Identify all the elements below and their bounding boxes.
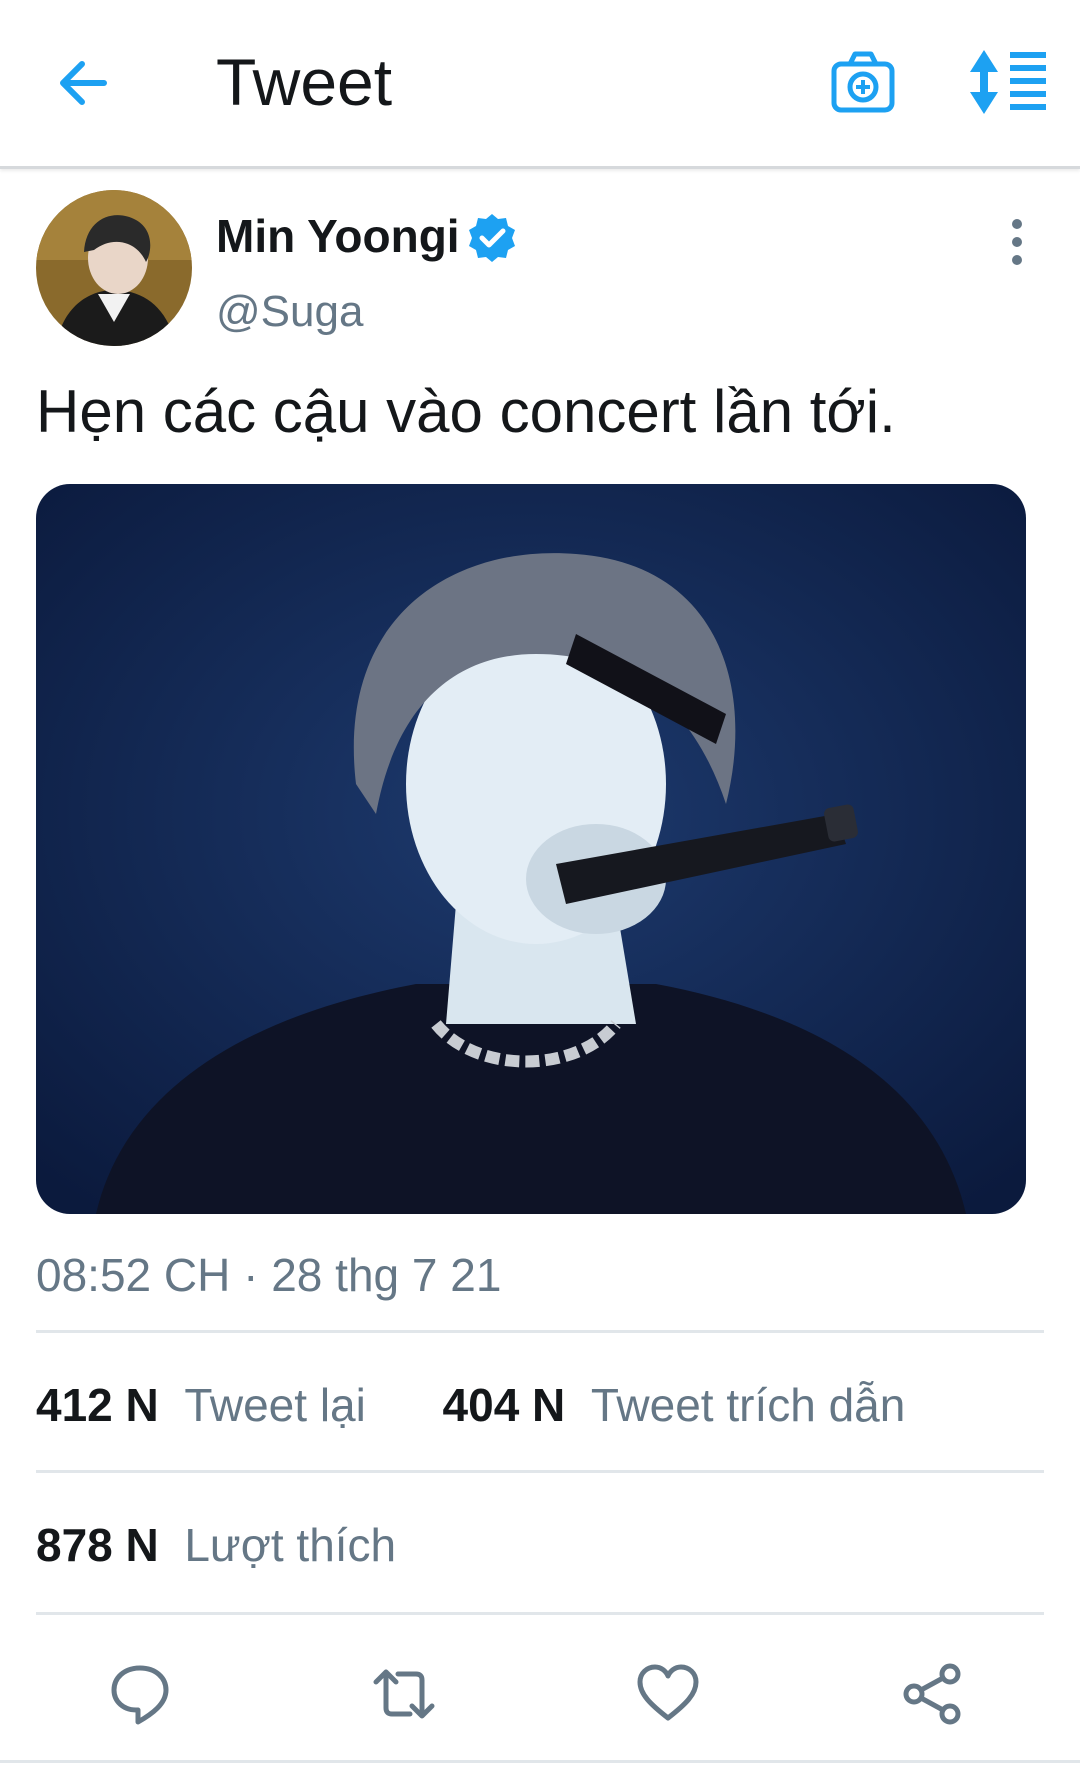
concert-photo	[36, 484, 1026, 1214]
retweets-count: 412 N	[36, 1379, 159, 1431]
retweet-stats-row: 412 N Tweet lại 404 N Tweet trích dẫn	[36, 1370, 905, 1440]
tweet-photo[interactable]	[36, 484, 1026, 1214]
retweets-stat[interactable]: 412 N Tweet lại	[36, 1379, 379, 1431]
quotes-stat[interactable]: 404 N Tweet trích dẫn	[443, 1379, 906, 1431]
arrow-left-icon	[60, 61, 107, 105]
more-vertical-icon	[1012, 219, 1022, 265]
likes-stats-row[interactable]: 878 N Lượt thích	[36, 1510, 396, 1580]
tweet-text: Hẹn các cậu vào concert lần tới.	[36, 378, 896, 445]
quotes-label: Tweet trích dẫn	[590, 1379, 906, 1431]
heart-icon	[637, 1664, 699, 1721]
sort-list-icon	[970, 50, 1046, 114]
avatar[interactable]	[36, 190, 192, 346]
top-app-bar: Tweet	[0, 0, 1080, 169]
divider	[36, 1470, 1044, 1473]
share-icon	[903, 1663, 961, 1725]
avatar-image	[36, 190, 192, 346]
retweets-label: Tweet lại	[184, 1379, 366, 1431]
retweet-button[interactable]	[372, 1662, 436, 1726]
camera-button[interactable]	[830, 48, 896, 116]
reply-icon	[111, 1665, 169, 1725]
display-name[interactable]: Min Yoongi	[216, 208, 460, 264]
camera-plus-icon	[831, 51, 895, 113]
divider	[0, 1760, 1080, 1763]
retweet-icon	[373, 1669, 435, 1719]
back-button[interactable]	[52, 50, 118, 116]
like-button[interactable]	[636, 1662, 700, 1726]
likes-count: 878 N	[36, 1519, 159, 1571]
likes-label: Lượt thích	[184, 1519, 397, 1571]
tweet-action-bar	[0, 1640, 1080, 1740]
verified-badge-icon	[469, 214, 515, 262]
share-button[interactable]	[900, 1662, 964, 1726]
page-title: Tweet	[216, 45, 393, 119]
tweet-timestamp[interactable]: 08:52 CH · 28 thg 7 21	[36, 1246, 501, 1304]
divider	[36, 1330, 1044, 1333]
divider	[36, 1612, 1044, 1615]
user-handle[interactable]: @Suga	[216, 284, 363, 340]
sort-button[interactable]	[968, 48, 1048, 116]
more-options-button[interactable]	[1000, 216, 1034, 268]
quotes-count: 404 N	[442, 1379, 566, 1431]
reply-button[interactable]	[108, 1662, 172, 1726]
